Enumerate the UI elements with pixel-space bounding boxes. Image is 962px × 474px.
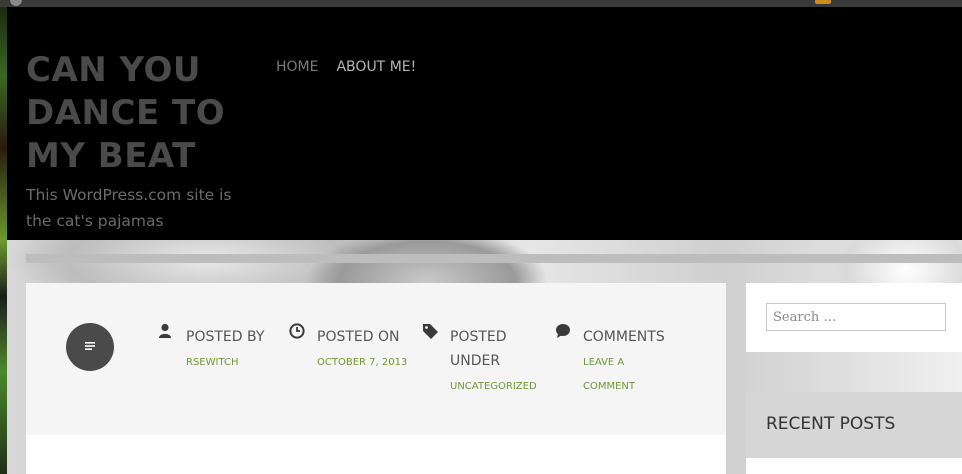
post-content-area xyxy=(26,435,726,474)
search-input[interactable] xyxy=(766,303,946,331)
leave-comment-link[interactable]: LEAVE A COMMENT xyxy=(583,351,653,399)
toolbar-left-icon xyxy=(10,0,22,6)
site-title[interactable]: CAN YOU DANCE TO MY BEAT xyxy=(26,49,236,178)
site-description: This WordPress.com site is the cat's paj… xyxy=(26,186,232,230)
recent-posts-title: RECENT POSTS xyxy=(766,414,896,434)
recent-posts-widget: RECENT POSTS xyxy=(746,392,962,458)
main-navigation: HOME ABOUT ME! xyxy=(276,59,416,75)
toolbar-right-icon xyxy=(815,0,831,4)
clock-icon xyxy=(289,323,307,341)
posted-under-label: POSTED UNDER xyxy=(450,329,507,369)
hero-divider-band xyxy=(26,254,962,263)
site-header: CAN YOU DANCE TO MY BEAT This WordPress.… xyxy=(7,7,962,240)
browser-toolbar-strip xyxy=(0,0,962,7)
post-date-link[interactable]: OCTOBER 7, 2013 xyxy=(317,351,407,375)
tag-icon xyxy=(422,323,440,341)
author-link[interactable]: RSEWITCH xyxy=(186,351,238,375)
recent-posts-list xyxy=(746,458,962,474)
posted-on-label: POSTED ON xyxy=(317,329,400,345)
post-entry-header: POSTED BY RSEWITCH POSTED ON OCTOBER 7, … xyxy=(26,283,726,435)
comments-label: COMMENTS xyxy=(583,329,665,345)
category-link[interactable]: UNCATEGORIZED xyxy=(450,375,537,399)
nav-item-home[interactable]: HOME xyxy=(276,59,318,75)
standard-post-format-icon[interactable] xyxy=(66,323,114,371)
nav-item-about-me[interactable]: ABOUT ME! xyxy=(336,59,416,75)
background-image-strip xyxy=(0,7,7,474)
person-icon xyxy=(158,323,176,341)
search-widget xyxy=(746,283,962,352)
speech-bubble-icon xyxy=(555,323,573,341)
posted-by-label: POSTED BY xyxy=(186,329,265,345)
